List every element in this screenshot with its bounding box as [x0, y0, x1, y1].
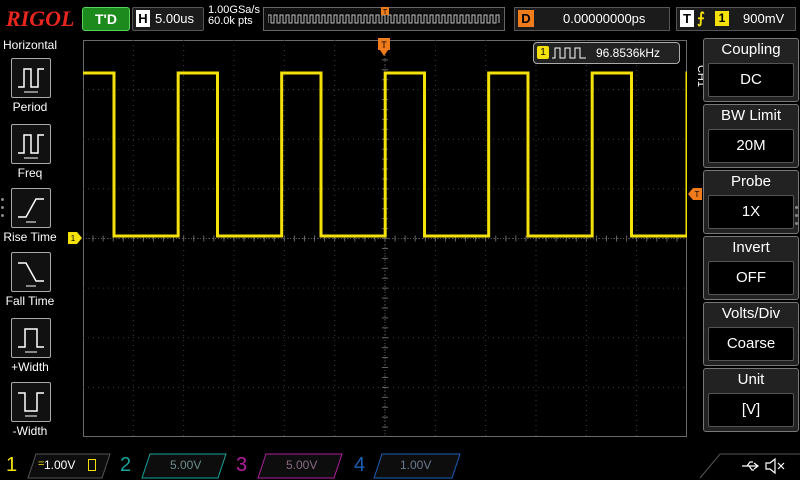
- square-wave-icon: [552, 47, 586, 59]
- delay-readout[interactable]: D 0.00000000ps: [514, 7, 670, 31]
- channel-3-number: 3: [236, 454, 248, 476]
- trigger-key-label: T: [680, 10, 694, 27]
- top-status-bar: RIGOL T'D H 5.00us 1.00GSa/s 60.0k pts T…: [0, 0, 800, 36]
- unit-value: [V]: [708, 393, 794, 427]
- invert-title: Invert: [732, 239, 770, 256]
- run-status-badge[interactable]: T'D: [82, 7, 130, 31]
- volts-div-title: Volts/Div: [721, 305, 781, 322]
- channel-4-scale: 1.00V: [400, 458, 432, 472]
- delay-key-label: D: [518, 10, 534, 27]
- coupling-title: Coupling: [721, 41, 781, 58]
- bw-limit-title: BW Limit: [721, 107, 781, 124]
- measure-fall-time[interactable]: Fall Time: [0, 252, 60, 316]
- measure-period-label: Period: [12, 100, 48, 114]
- measure-negative-width-label: -Width: [12, 424, 48, 438]
- brand-logo: RIGOL: [6, 6, 75, 31]
- period-icon: [11, 58, 51, 98]
- rising-edge-icon: ⨍: [697, 10, 705, 27]
- trigger-position-top-marker-icon: T: [378, 38, 390, 56]
- waveform-display[interactable]: [83, 40, 687, 437]
- positive-width-icon: [11, 318, 51, 358]
- menu-page-indicator: [1, 198, 4, 222]
- measure-rise-time-label: Rise Time: [3, 230, 57, 244]
- rise-time-icon: [11, 188, 51, 228]
- probe-value: 1X: [708, 195, 794, 229]
- probe-button[interactable]: Probe 1X: [703, 170, 799, 234]
- invert-button[interactable]: Invert OFF: [703, 236, 799, 300]
- ch1-waveform-trace: [83, 71, 687, 238]
- channel-1-number: 1: [6, 454, 18, 476]
- coupling-button[interactable]: Coupling DC: [703, 38, 799, 102]
- usb-icon: [742, 461, 759, 471]
- bw-limit-value: 20M: [708, 129, 794, 163]
- ch1-offset-marker-icon[interactable]: 1: [68, 232, 82, 244]
- measurement-channel: 1: [537, 46, 549, 59]
- svg-text:1: 1: [71, 234, 76, 243]
- fall-time-icon: [11, 252, 51, 292]
- horizontal-key-label: H: [136, 10, 150, 27]
- trigger-position-marker-icon: T: [381, 7, 389, 16]
- channel-4-number: 4: [354, 454, 366, 476]
- measure-menu: Horizontal Period Freq Rise Time Fall Ti…: [0, 36, 60, 452]
- unit-title: Unit: [737, 371, 765, 388]
- delay-value: 0.00000000ps: [563, 11, 646, 26]
- volts-div-value: Coarse: [708, 327, 794, 361]
- channel-1-scale: 1.00V: [44, 458, 76, 472]
- svg-text:T: T: [381, 40, 387, 50]
- volts-div-button[interactable]: Volts/Div Coarse: [703, 302, 799, 366]
- invert-value: OFF: [708, 261, 794, 295]
- timebase-value: 5.00us: [155, 11, 195, 26]
- measure-period[interactable]: Period: [0, 58, 60, 122]
- coupling-value: DC: [708, 63, 794, 97]
- measure-positive-width[interactable]: +Width: [0, 318, 60, 382]
- measure-fall-time-label: Fall Time: [5, 294, 55, 308]
- frequency-measurement[interactable]: 1 96.8536kHz: [533, 42, 680, 64]
- frequency-icon: [11, 124, 51, 164]
- measure-negative-width[interactable]: -Width: [0, 382, 60, 446]
- measure-menu-title: Horizontal: [3, 38, 58, 52]
- channel-2-number: 2: [120, 454, 132, 476]
- channel-status-bar: 1 = 1.00V 2 5.00V 3 5.00V 4 1.00V: [0, 452, 800, 480]
- acquisition-info: 1.00GSa/s 60.0k pts: [208, 5, 260, 27]
- horizontal-timebase[interactable]: H 5.00us: [132, 7, 204, 31]
- trigger-source-channel: 1: [715, 11, 729, 26]
- memory-overview-bar[interactable]: T: [263, 7, 505, 31]
- right-menu-page-indicator: [795, 206, 798, 230]
- trigger-level: 900mV: [743, 11, 785, 26]
- svg-text:T: T: [383, 9, 388, 16]
- probe-title: Probe: [730, 173, 772, 190]
- memory-depth: 60.0k pts: [208, 15, 253, 27]
- unit-button[interactable]: Unit [V]: [703, 368, 799, 432]
- measure-rise-time[interactable]: Rise Time: [0, 188, 60, 252]
- bw-limit-icon: [88, 459, 96, 471]
- speaker-muted-icon[interactable]: [764, 457, 786, 475]
- measure-frequency-label: Freq: [17, 166, 43, 180]
- trigger-level-marker-icon[interactable]: T: [688, 188, 702, 200]
- measure-positive-width-label: +Width: [11, 360, 49, 374]
- negative-width-icon: [11, 382, 51, 422]
- channel-3-scale: 5.00V: [286, 458, 318, 472]
- trigger-readout[interactable]: T ⨍ 1 900mV: [676, 7, 796, 31]
- channel-2-scale: 5.00V: [170, 458, 202, 472]
- bw-limit-button[interactable]: BW Limit 20M: [703, 104, 799, 168]
- measure-frequency[interactable]: Freq: [0, 124, 60, 188]
- svg-text:T: T: [695, 190, 700, 199]
- measurement-value: 96.8536kHz: [596, 46, 661, 60]
